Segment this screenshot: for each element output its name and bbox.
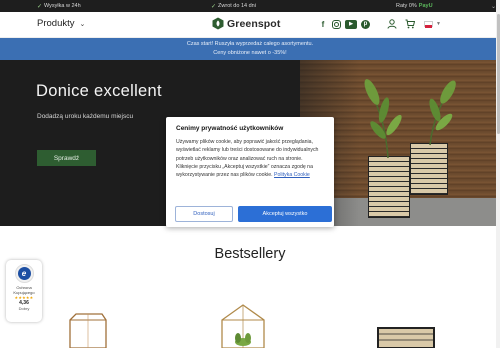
- instagram-icon[interactable]: [332, 19, 341, 29]
- site-logo[interactable]: Greenspot: [212, 17, 280, 30]
- promo-line-2: Ceny obniżone nawet o -35%!: [213, 50, 287, 56]
- products-menu-button[interactable]: Produkty ⌄: [37, 18, 85, 29]
- product-image-greenhouse[interactable]: [218, 302, 268, 348]
- check-icon: ✓: [211, 3, 217, 10]
- shipping-text: Wysyłka w 24h: [44, 3, 81, 9]
- returns-info: ✓ Zwrot do 14 dni: [211, 0, 256, 12]
- scrollbar-thumb[interactable]: [496, 14, 500, 134]
- language-flag-icon[interactable]: [424, 21, 433, 28]
- trusted-shops-e-icon: e: [17, 267, 31, 280]
- cart-icon[interactable]: [405, 19, 415, 29]
- page-scrollbar[interactable]: [496, 0, 500, 348]
- returns-text: Zwrot do 14 dni: [218, 3, 256, 9]
- greenspot-logo-icon: [212, 17, 224, 30]
- language-chevron-icon[interactable]: ▼: [436, 21, 441, 27]
- product-image-planter[interactable]: [376, 326, 436, 348]
- shipping-info: ✓ Wysyłka w 24h: [37, 0, 81, 12]
- cookie-dialog-actions: Dostosuj Akceptuj wszystko: [175, 206, 332, 222]
- hero-cta-button[interactable]: Sprawdź: [37, 150, 96, 166]
- cookie-consent-dialog: Cenimy prywatność użytkowników Używamy p…: [166, 117, 334, 227]
- promo-line-1: Czas start! Ruszyła wyprzedaż całego aso…: [186, 41, 314, 47]
- check-icon: ✓: [37, 3, 43, 10]
- site-header: Produkty ⌄ Greenspot f ▶ p ▼: [0, 12, 500, 38]
- bestsellers-heading: Bestsellery: [214, 246, 286, 262]
- cookie-policy-link[interactable]: Polityka Cookie: [274, 172, 310, 178]
- payu-logo: PayU: [418, 3, 433, 9]
- hero-subtitle: Dodadzą uroku każdemu miejscu: [37, 113, 134, 120]
- hero-title: Donice excellent: [36, 82, 162, 100]
- raty-info[interactable]: Raty 0% PayU: [396, 0, 433, 12]
- trust-rating-word: Dobry: [18, 306, 30, 311]
- user-icon[interactable]: [387, 19, 397, 29]
- hero-plant-image: [364, 79, 456, 159]
- raty-text: Raty 0%: [396, 3, 417, 9]
- youtube-icon[interactable]: ▶: [345, 19, 357, 29]
- cookie-dialog-body: Używamy plików cookie, aby poprawić jako…: [176, 138, 324, 179]
- top-info-bar: ✓ Wysyłka w 24h ✓ Zwrot do 14 dni Raty 0…: [0, 0, 500, 12]
- promo-banner[interactable]: Czas start! Ruszyła wyprzedaż całego aso…: [0, 38, 500, 60]
- social-links: f ▶ p: [318, 19, 370, 29]
- trust-badge-logo: e: [14, 264, 34, 283]
- pinterest-icon[interactable]: p: [361, 19, 370, 29]
- trust-badge[interactable]: e Ochrona Kupującego ★★★★★ 4,36 Dobry: [6, 260, 42, 322]
- logo-text: Greenspot: [227, 17, 281, 30]
- accept-all-cookies-button[interactable]: Akceptuj wszystko: [238, 206, 332, 222]
- cookie-dialog-title: Cenimy prywatność użytkowników: [176, 125, 284, 132]
- products-menu-label: Produkty: [37, 18, 75, 29]
- trust-badge-label: Ochrona Kupującego: [13, 285, 35, 295]
- product-image-terrarium[interactable]: [66, 312, 110, 348]
- facebook-icon[interactable]: f: [318, 19, 328, 29]
- hero-planter-image: [368, 156, 410, 218]
- chevron-down-icon: ⌄: [79, 20, 86, 28]
- header-actions: [387, 19, 415, 29]
- customize-cookies-button[interactable]: Dostosuj: [175, 206, 233, 222]
